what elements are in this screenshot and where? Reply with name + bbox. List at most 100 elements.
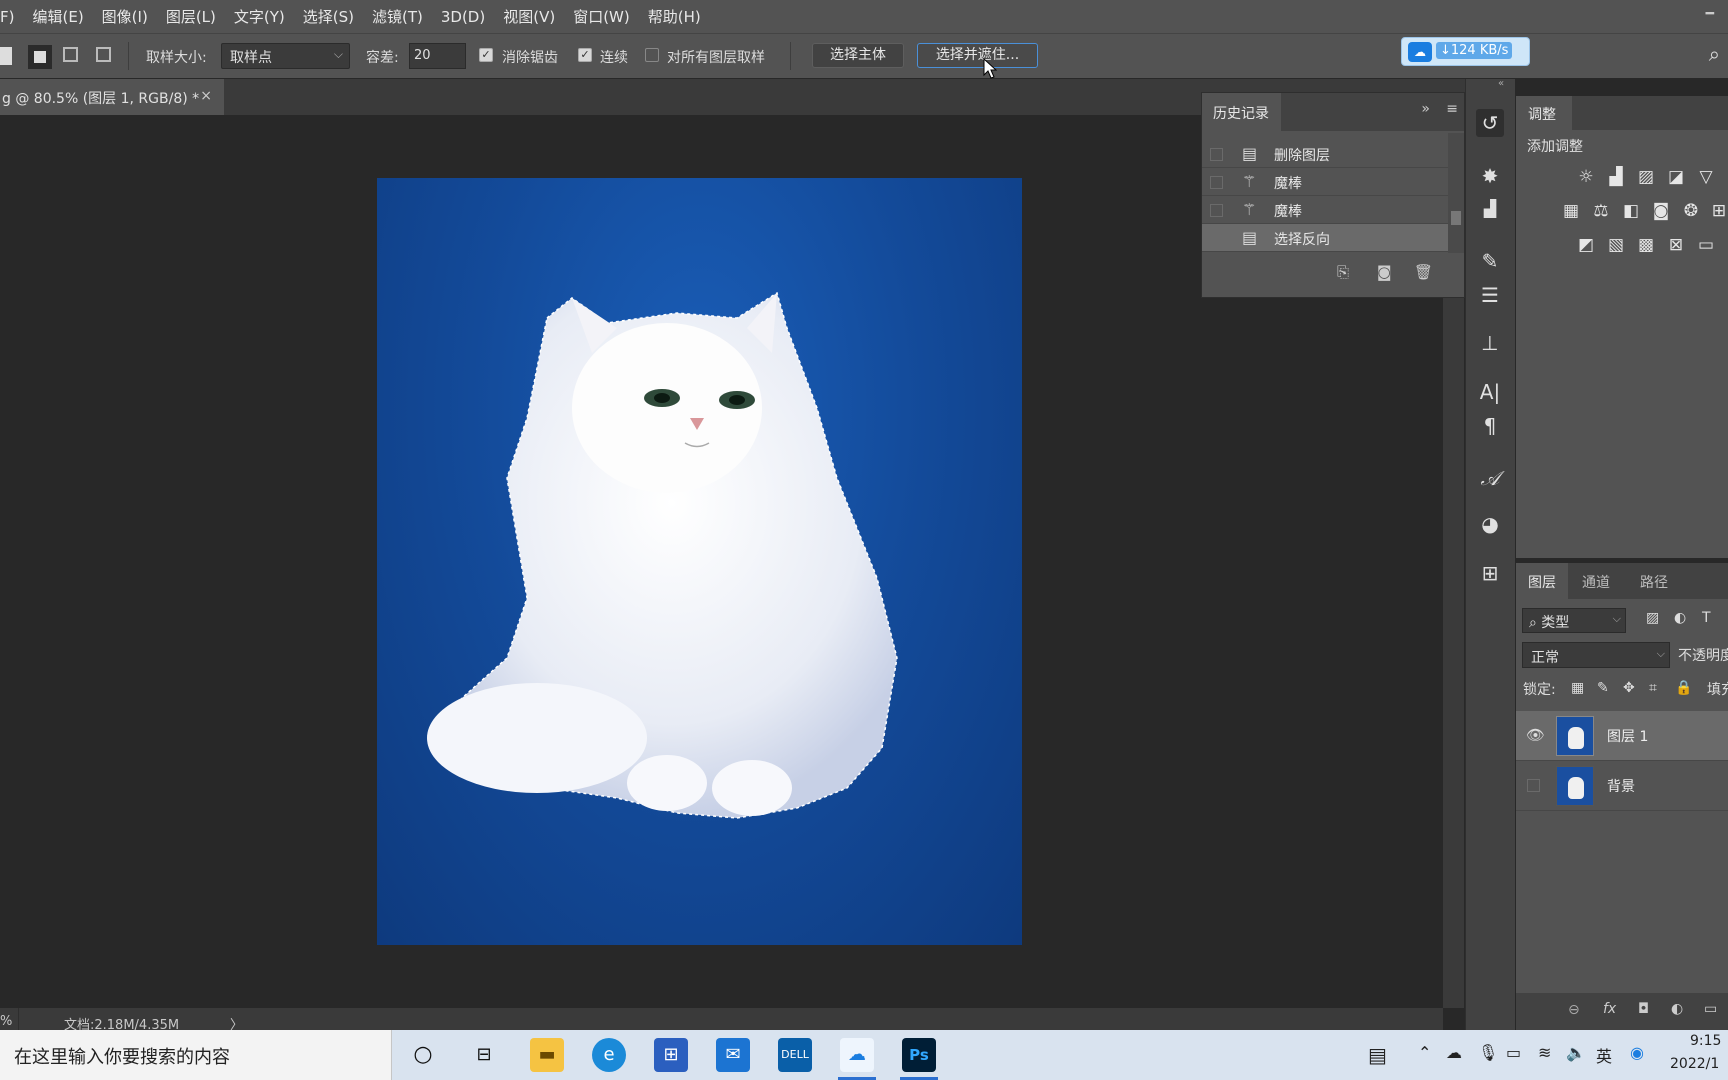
netspeed-widget[interactable]: ☁ ↓124 KB/s [1401,37,1530,66]
exposure-icon[interactable]: ◪ [1665,166,1687,188]
layer-name[interactable]: 背景 [1607,776,1635,796]
lock-move-icon[interactable]: ✥ [1623,680,1635,696]
posterize-icon[interactable]: ▧ [1605,234,1627,256]
channel-mixer-icon[interactable]: ❂ [1680,200,1702,222]
input-method-icon[interactable]: ◉ [1630,1043,1644,1062]
filter-pixel-icon[interactable]: ▨ [1646,610,1659,626]
volume-icon[interactable]: 🔈 [1566,1043,1586,1062]
menu-edit[interactable]: 编辑(E) [23,6,92,27]
paragraph-icon[interactable]: ¶ [1476,412,1504,440]
history-scrollbar[interactable] [1448,133,1464,253]
clock-time[interactable]: 9:15 [1690,1033,1721,1049]
snapshot-source-checkbox[interactable] [1210,204,1223,217]
sample-size-select[interactable]: 取样点 ⌵ [221,43,350,69]
histogram-icon[interactable]: ▟ [1476,195,1504,223]
menu-window[interactable]: 窗口(W) [564,6,639,27]
glyphs-icon[interactable]: 𝒜 [1476,464,1504,492]
character-icon[interactable]: A| [1476,378,1504,406]
menu-filter[interactable]: 滤镜(T) [363,6,432,27]
edge-icon[interactable]: e [592,1038,626,1072]
brightness-icon[interactable]: ☼ [1575,166,1597,188]
onedrive-icon[interactable]: ☁ [1446,1043,1462,1062]
snapshot-source-checkbox[interactable] [1210,232,1223,245]
menu-view[interactable]: 视图(V) [494,6,564,27]
menu-layer[interactable]: 图层(L) [157,6,225,27]
brush-icon[interactable]: ✎ [1476,247,1504,275]
photo-filter-icon[interactable]: ◙ [1650,200,1672,222]
link-icon[interactable]: ⊖ [1568,1002,1580,1018]
select-and-mask-button[interactable]: 选择并遮住... [917,43,1038,68]
menu-image[interactable]: 图像(I) [93,6,157,27]
dell-icon[interactable]: DELL [778,1038,812,1072]
panel-menu-icon[interactable]: ≡ [1446,101,1458,117]
clone-source-icon[interactable]: ⊥ [1476,329,1504,357]
contiguous-checkbox[interactable]: ✓ [578,48,592,62]
curves-icon[interactable]: ▨ [1635,166,1657,188]
menu-3d[interactable]: 3D(D) [432,8,494,26]
fx-icon[interactable]: fx [1603,1001,1616,1017]
expand-icon[interactable]: » [1421,101,1430,117]
lock-artboard-icon[interactable]: ⌗ [1649,680,1657,696]
history-item[interactable]: ⚚ 魔棒 [1202,168,1448,196]
trash-icon[interactable]: 🗑 [1414,263,1433,281]
document-tab[interactable]: g @ 80.5% (图层 1, RGB/8) * × [0,79,224,115]
add-selection-icon[interactable] [28,45,52,69]
invert-icon[interactable]: ◩ [1575,234,1597,256]
sample-all-checkbox[interactable] [645,48,659,62]
adjustment-layer-icon[interactable]: ◐ [1671,1001,1683,1017]
new-selection-icon[interactable] [0,47,12,65]
canvas-image[interactable] [377,178,1022,945]
menu-help[interactable]: 帮助(H) [639,6,710,27]
tolerance-input[interactable]: 20 [409,43,466,69]
search-icon[interactable]: ⌕ [1709,42,1720,66]
tab-paths[interactable]: 路径 [1640,563,1684,599]
layer-name[interactable]: 图层 1 [1607,726,1648,746]
navigator-icon[interactable]: ✸ [1476,162,1504,190]
tab-history[interactable]: 历史记录 [1202,93,1281,131]
grid-icon[interactable]: ⊞ [1476,559,1504,587]
eye-icon[interactable]: 👁 [1526,726,1545,744]
intersect-selection-icon[interactable] [96,47,111,62]
color-lookup-icon[interactable]: ⊞ [1708,200,1728,222]
hue-saturation-icon[interactable]: ▦ [1560,200,1582,222]
lock-transparent-icon[interactable]: ▦ [1571,680,1584,696]
subtract-selection-icon[interactable] [63,47,78,62]
snapshot-source-checkbox[interactable] [1210,148,1223,161]
clock-date[interactable]: 2022/1 [1670,1056,1719,1072]
tab-adjustments[interactable]: 调整 [1516,96,1572,130]
select-subject-button[interactable]: 选择主体 [812,43,904,68]
chevron-up-icon[interactable]: ⌃ [1418,1043,1431,1062]
history-item-selected[interactable]: ▤ 选择反向 [1202,224,1448,252]
menu-select[interactable]: 选择(S) [294,6,363,27]
photoshop-icon[interactable]: Ps [902,1038,936,1072]
cortana-icon[interactable]: ○ [406,1038,440,1072]
lock-all-icon[interactable]: 🔒 [1675,680,1692,696]
layer-row[interactable]: 背景 [1516,761,1728,811]
news-icon[interactable]: ▤ [1368,1043,1387,1067]
folder-icon[interactable]: ▭ [1704,1001,1717,1017]
ime-label[interactable]: 英 [1596,1043,1612,1067]
taskbar-search[interactable]: 在这里输入你要搜索的内容 [0,1030,392,1080]
antialias-checkbox[interactable]: ✓ [479,48,493,62]
color-palette-icon[interactable]: ◕ [1476,510,1504,538]
file-explorer-icon[interactable]: ▬ [530,1038,564,1072]
zoom-readout[interactable]: % [0,1014,12,1029]
battery-icon[interactable]: ▭ [1506,1043,1521,1062]
layer-row[interactable]: 👁 图层 1 [1516,711,1728,761]
selective-color-icon[interactable]: ⊠ [1665,234,1687,256]
wifi-icon[interactable]: ≋ [1538,1043,1551,1062]
vibrance-icon[interactable]: ▽ [1695,166,1717,188]
new-document-from-state-icon[interactable]: ⎘ [1337,263,1349,281]
tab-layers[interactable]: 图层 [1516,563,1568,599]
mail-icon[interactable]: ✉ [716,1038,750,1072]
menu-file[interactable]: F) [0,8,23,26]
history-item[interactable]: ▤ 删除图层 [1202,140,1448,168]
layer-filter-select[interactable]: ⌕ 类型 ⌵ [1522,608,1626,633]
close-icon[interactable]: × [200,88,212,104]
brush-settings-icon[interactable]: ☰ [1476,281,1504,309]
menu-type[interactable]: 文字(Y) [225,6,294,27]
tab-channels[interactable]: 通道 [1582,563,1626,599]
blend-mode-select[interactable]: 正常 ⌵ [1522,642,1670,668]
store-icon[interactable]: ⊞ [654,1038,688,1072]
filter-adjustment-icon[interactable]: ◐ [1674,610,1686,626]
